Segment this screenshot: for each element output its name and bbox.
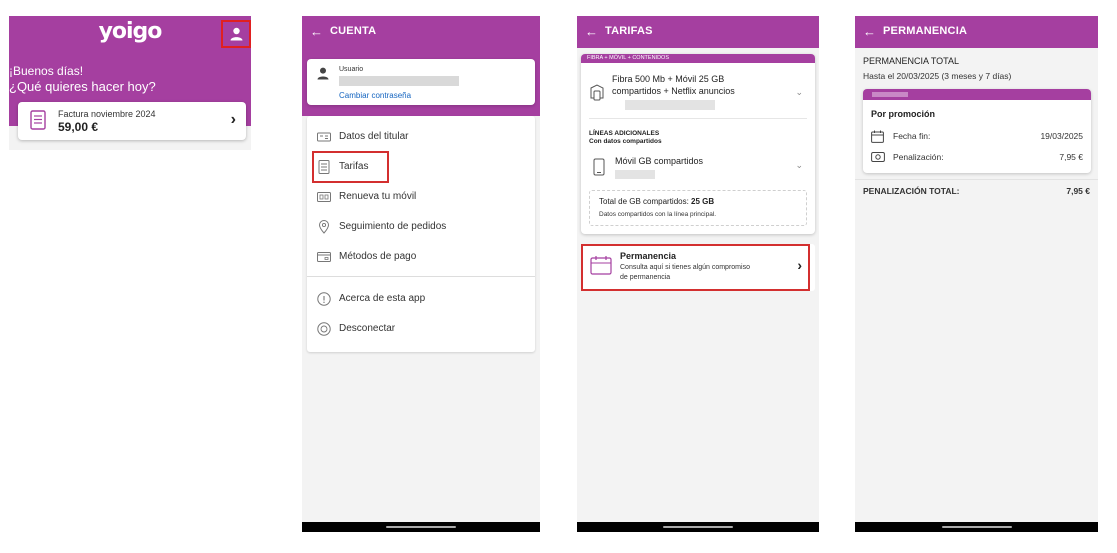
tariffs-header: ← TARIFAS bbox=[577, 16, 819, 48]
info-icon bbox=[317, 292, 331, 306]
invoice-card[interactable]: Factura noviembre 2024 59,00 € › bbox=[18, 102, 246, 140]
menu-item-label: Renueva tu móvil bbox=[339, 191, 417, 202]
menu-item-renew-phone[interactable]: Renueva tu móvil bbox=[307, 185, 535, 209]
home-gesture-bar[interactable] bbox=[663, 526, 733, 528]
user-card: Usuario Cambiar contraseña bbox=[307, 59, 535, 105]
menu-divider bbox=[307, 276, 535, 277]
location-pin-icon bbox=[318, 220, 330, 234]
menu-item-label: Seguimiento de pedidos bbox=[339, 221, 447, 232]
account-menu: Datos del titular Tarifas Renueva tu móv… bbox=[307, 116, 535, 352]
additional-lines-subtitle: Con datos compartidos bbox=[589, 138, 662, 145]
penalty-value: 7,95 € bbox=[1059, 152, 1083, 162]
back-arrow-icon[interactable]: ← bbox=[585, 24, 598, 39]
redacted-line-number bbox=[872, 92, 908, 97]
total-divider bbox=[855, 179, 1098, 180]
page-title: PERMANENCIA bbox=[883, 25, 968, 37]
plan-name-line-1: Fibra 500 Mb + Móvil 25 GB bbox=[612, 74, 725, 84]
redacted-username bbox=[339, 76, 459, 86]
home-gesture-bar[interactable] bbox=[941, 526, 1012, 528]
permanence-description-1: Consulta aquí si tienes algún compromiso bbox=[620, 264, 750, 271]
end-date-value: 19/03/2025 bbox=[1040, 131, 1083, 141]
penalty-row: Penalización: 7,95 € bbox=[863, 150, 1091, 166]
user-icon bbox=[317, 67, 329, 80]
tariff-card: FIBRA + MÓVIL + CONTENIDOS Fibra 500 Mb … bbox=[581, 54, 815, 234]
permanence-total-title: PERMANENCIA TOTAL bbox=[863, 56, 960, 66]
tariffs-screen: ← TARIFAS FIBRA + MÓVIL + CONTENIDOS Fib… bbox=[577, 16, 819, 532]
menu-item-label: Acerca de esta app bbox=[339, 293, 426, 304]
menu-item-label: Datos del titular bbox=[339, 131, 409, 142]
permanence-screen: ← PERMANENCIA PERMANENCIA TOTAL Hasta el… bbox=[855, 16, 1098, 532]
user-icon bbox=[230, 27, 243, 41]
mobile-phone-icon bbox=[593, 158, 605, 176]
menu-item-tariffs[interactable]: Tarifas bbox=[307, 151, 535, 183]
chevron-down-icon[interactable]: ⌄ bbox=[795, 87, 803, 98]
permanence-card[interactable]: Permanencia Consulta aquí si tienes algú… bbox=[581, 244, 815, 291]
system-nav-bar bbox=[577, 522, 819, 532]
chevron-right-icon: › bbox=[230, 111, 236, 128]
chevron-right-icon: › bbox=[797, 257, 802, 273]
page-title: CUENTA bbox=[330, 25, 377, 37]
back-arrow-icon[interactable]: ← bbox=[863, 24, 876, 39]
tariff-tag: FIBRA + MÓVIL + CONTENIDOS bbox=[581, 54, 815, 63]
redacted-line-number bbox=[625, 100, 715, 110]
greeting-line-1: ¡Buenos días! bbox=[9, 64, 84, 78]
shared-gb-label: Total de GB compartidos: bbox=[599, 197, 692, 206]
menu-item-order-tracking[interactable]: Seguimiento de pedidos bbox=[307, 215, 535, 239]
permanence-header: ← PERMANENCIA bbox=[855, 16, 1098, 48]
menu-item-label: Tarifas bbox=[339, 161, 369, 172]
tariff-icon bbox=[318, 160, 330, 174]
page-title: TARIFAS bbox=[605, 25, 653, 37]
router-phone-icon bbox=[590, 84, 604, 101]
menu-item-label: Métodos de pago bbox=[339, 251, 417, 262]
shared-gb-note: Datos compartidos con la línea principal… bbox=[599, 211, 717, 218]
user-label: Usuario bbox=[339, 66, 364, 73]
end-date-row: Fecha fin: 19/03/2025 bbox=[863, 129, 1091, 145]
payment-card-icon bbox=[317, 252, 331, 262]
menu-item-payment-methods[interactable]: Métodos de pago bbox=[307, 245, 535, 269]
yoigo-logo: yoigo bbox=[98, 19, 163, 44]
menu-item-label: Desconectar bbox=[339, 323, 396, 334]
menu-item-logout[interactable]: Desconectar bbox=[307, 317, 535, 341]
invoice-document-icon bbox=[30, 110, 46, 130]
change-password-link[interactable]: Cambiar contraseña bbox=[339, 91, 411, 100]
phone-swap-icon bbox=[317, 192, 331, 202]
system-nav-bar bbox=[855, 522, 1098, 532]
home-screen: yoigo ¡Buenos días! ¿Qué quieres hacer h… bbox=[9, 16, 251, 150]
permanence-title: Permanencia bbox=[620, 251, 677, 261]
chevron-down-icon[interactable]: ⌄ bbox=[795, 160, 803, 171]
penalty-label: Penalización: bbox=[893, 152, 944, 162]
mobile-plan-name: Móvil GB compartidos bbox=[615, 156, 704, 166]
profile-button[interactable] bbox=[221, 20, 251, 48]
power-icon bbox=[317, 322, 331, 336]
calendar-icon bbox=[871, 130, 884, 143]
shared-gb-total: Total de GB compartidos: 25 GB bbox=[599, 197, 714, 206]
permanence-until: Hasta el 20/03/2025 (3 meses y 7 días) bbox=[863, 71, 1012, 81]
money-icon bbox=[871, 152, 885, 162]
end-date-label: Fecha fin: bbox=[893, 131, 931, 141]
promotion-card: Por promoción Fecha fin: 19/03/2025 Pena… bbox=[863, 89, 1091, 173]
id-card-icon bbox=[317, 132, 331, 142]
invoice-label: Factura noviembre 2024 bbox=[58, 109, 156, 119]
back-arrow-icon[interactable]: ← bbox=[310, 24, 323, 39]
system-nav-bar bbox=[302, 522, 540, 532]
invoice-amount: 59,00 € bbox=[58, 120, 99, 134]
redacted-line-number bbox=[615, 170, 655, 179]
home-gesture-bar[interactable] bbox=[386, 526, 456, 528]
total-penalty-value: 7,95 € bbox=[1066, 186, 1090, 196]
permanence-description-2: de permanencia bbox=[620, 274, 671, 281]
additional-lines-title: LÍNEAS ADICIONALES bbox=[589, 130, 660, 137]
shared-gb-value: 25 GB bbox=[691, 197, 715, 206]
calendar-icon bbox=[590, 256, 612, 275]
menu-item-about[interactable]: Acerca de esta app bbox=[307, 287, 535, 311]
card-divider bbox=[589, 118, 807, 119]
total-penalty-label: PENALIZACIÓN TOTAL: bbox=[863, 186, 960, 196]
greeting-line-2: ¿Qué quieres hacer hoy? bbox=[9, 79, 156, 94]
plan-name-line-2: compartidos + Netflix anuncios bbox=[612, 86, 735, 96]
account-header: ← CUENTA bbox=[302, 16, 540, 48]
card-header-bar bbox=[863, 89, 1091, 100]
menu-item-holder-data[interactable]: Datos del titular bbox=[307, 125, 535, 149]
promotion-title: Por promoción bbox=[871, 109, 936, 119]
account-screen: ← CUENTA Usuario Cambiar contraseña Dato… bbox=[302, 16, 540, 532]
shared-gb-box: Total de GB compartidos: 25 GB Datos com… bbox=[589, 190, 807, 226]
